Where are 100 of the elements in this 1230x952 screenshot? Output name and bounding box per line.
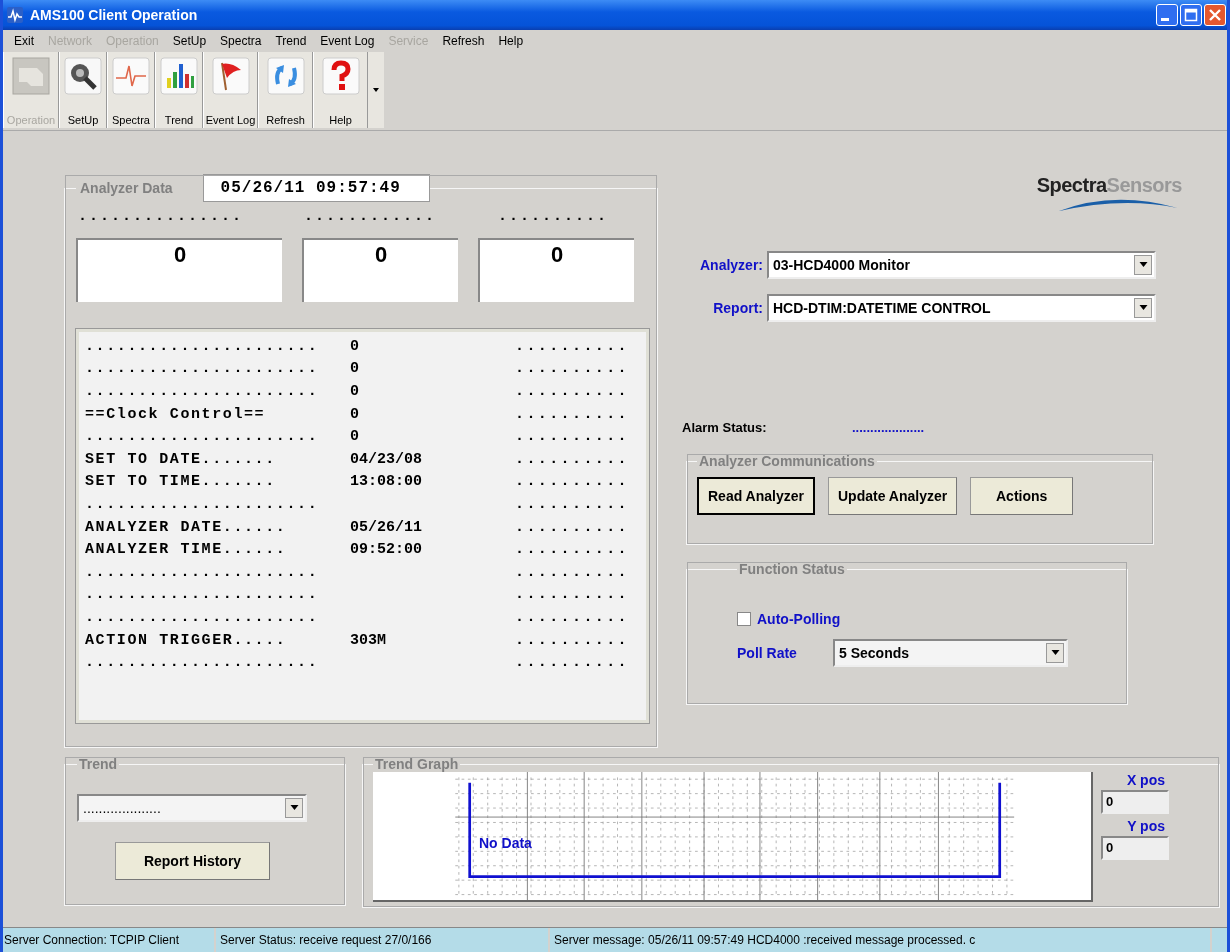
report-value: 303M: [350, 631, 386, 649]
report-dots: ..........: [515, 586, 630, 604]
report-dots: ..........: [515, 428, 630, 446]
action-button[interactable]: Read Analyzer: [697, 477, 815, 515]
minimize-icon: [1161, 17, 1169, 21]
report-value: 0: [350, 383, 359, 400]
report-dots: ..........: [515, 518, 630, 536]
group-title: Analyzer Data: [79, 180, 174, 196]
action-button[interactable]: Actions: [970, 477, 1074, 515]
caret-icon: [372, 87, 380, 93]
report-history-button[interactable]: Report History: [115, 842, 270, 880]
caret-icon: [289, 805, 299, 811]
report-value: 0: [350, 405, 359, 423]
report-label: ......................: [85, 495, 320, 513]
channel-value: 0: [478, 238, 634, 302]
group-title: Analyzer Communications: [698, 453, 876, 469]
x-pos-field: 0: [1101, 790, 1169, 814]
group-title: Trend: [78, 756, 119, 772]
report-label: ANALYZER DATE......: [85, 518, 288, 536]
report-dots: ..........: [515, 337, 630, 355]
alarm-status-label: Alarm Status:: [682, 420, 768, 435]
report-dots: ..........: [515, 450, 630, 468]
report-label: ......................: [85, 563, 320, 581]
poll-rate-label: Poll Rate: [737, 645, 798, 661]
action-button[interactable]: Update Analyzer: [827, 477, 958, 515]
menu-item[interactable]: Event Log: [313, 34, 382, 48]
toolbar-button[interactable]: Trend: [155, 52, 203, 128]
report-label: ......................: [85, 360, 320, 378]
group-title: Trend Graph: [374, 756, 460, 772]
auto-polling-checkbox[interactable]: [737, 612, 751, 626]
report-value: 13:08:00: [350, 473, 422, 491]
report-label: ......................: [85, 383, 320, 400]
report-dots: ..........: [515, 405, 630, 423]
menu-item[interactable]: Spectra: [213, 34, 269, 48]
minimize-button[interactable]: [1156, 4, 1178, 26]
report-value: 09:52:00: [350, 541, 422, 559]
poll-rate-dropdown[interactable]: 5 Seconds: [833, 639, 1068, 667]
group-title: Function Status: [738, 561, 846, 577]
wave-icon: [6, 6, 24, 24]
report-label: ......................: [85, 337, 320, 355]
window-title: AMS100 Client Operation: [30, 7, 199, 23]
bar-chart-icon: [159, 56, 199, 96]
analyzer-label: Analyzer:: [698, 257, 764, 273]
caret-icon: [1138, 262, 1148, 268]
channel-value: 0: [76, 238, 282, 302]
toolbar-button[interactable]: SetUp: [59, 52, 107, 128]
report-label: ANALYZER TIME......: [85, 541, 288, 559]
report-dropdown[interactable]: HCD-DTIM:DATETIME CONTROL: [767, 294, 1156, 322]
caret-icon: [1050, 650, 1060, 656]
report-label: ACTION TRIGGER.....: [85, 631, 288, 649]
report-dots: ..........: [515, 631, 630, 649]
report-label: SET TO TIME.......: [85, 473, 277, 491]
channel-value: 0: [302, 238, 458, 302]
report-dots: ..........: [515, 563, 630, 581]
channel-label: ............: [303, 208, 438, 227]
report-value: 05/26/11: [350, 518, 422, 536]
x-pos-label: X pos: [1125, 772, 1165, 788]
menu-item[interactable]: Help: [491, 34, 531, 48]
report-label: ......................: [85, 428, 320, 446]
y-pos-field: 0: [1101, 836, 1169, 860]
channel-label: ..........: [497, 208, 609, 227]
status-pane: Server Status: receive request 27/0/166: [216, 928, 550, 952]
toolbar-button[interactable]: Help: [313, 52, 368, 128]
menu-item[interactable]: SetUp: [165, 34, 214, 48]
report-dots: ..........: [515, 383, 630, 400]
maximize-button[interactable]: [1180, 4, 1202, 26]
toolbar-button[interactable]: Refresh: [258, 52, 313, 128]
report-label: SET TO DATE.......: [85, 450, 277, 468]
menu-item[interactable]: Exit: [7, 34, 41, 48]
flag-icon: [210, 56, 251, 96]
close-button[interactable]: [1204, 4, 1226, 26]
status-pane: Server message: 05/26/11 09:57:49 HCD4000 :received message processed. c: [550, 928, 1212, 952]
report-value: 0: [350, 360, 359, 378]
brand-logo-text: SpectraSensors: [1036, 174, 1182, 197]
report-value: 04/23/08: [350, 450, 422, 468]
report-dots: ..........: [515, 608, 630, 626]
alarm-status-value: ....................: [852, 420, 925, 435]
refresh-icon: [265, 56, 306, 96]
channel-label: ...............: [77, 208, 245, 227]
report-label: ==Clock Control==: [85, 405, 267, 423]
report-label: Report:: [712, 300, 764, 316]
report-dots: ..........: [515, 541, 630, 559]
report-dots: ..........: [515, 473, 630, 491]
report-value: 0: [350, 337, 359, 355]
menu-item[interactable]: Trend: [268, 34, 314, 48]
menu-item[interactable]: Refresh: [435, 34, 492, 48]
trend-dropdown[interactable]: ....................: [77, 794, 307, 822]
auto-polling-label: Auto-Polling: [757, 611, 841, 627]
report-value: 0: [350, 428, 359, 446]
report-label: ......................: [85, 608, 320, 626]
report-dots: ..........: [515, 654, 630, 672]
toolbar-button[interactable]: Spectra: [107, 52, 155, 128]
report-label: ......................: [85, 654, 320, 672]
report-dots: ..........: [515, 360, 630, 378]
y-pos-label: Y pos: [1126, 818, 1165, 834]
analyzer-dropdown[interactable]: 03-HCD4000 Monitor: [767, 251, 1156, 279]
no-data-message: No Data: [479, 835, 532, 851]
status-pane: Server Connection: TCPIP Client: [3, 928, 216, 952]
toolbar-button[interactable]: Event Log: [203, 52, 258, 128]
plug-icon: [11, 56, 51, 96]
